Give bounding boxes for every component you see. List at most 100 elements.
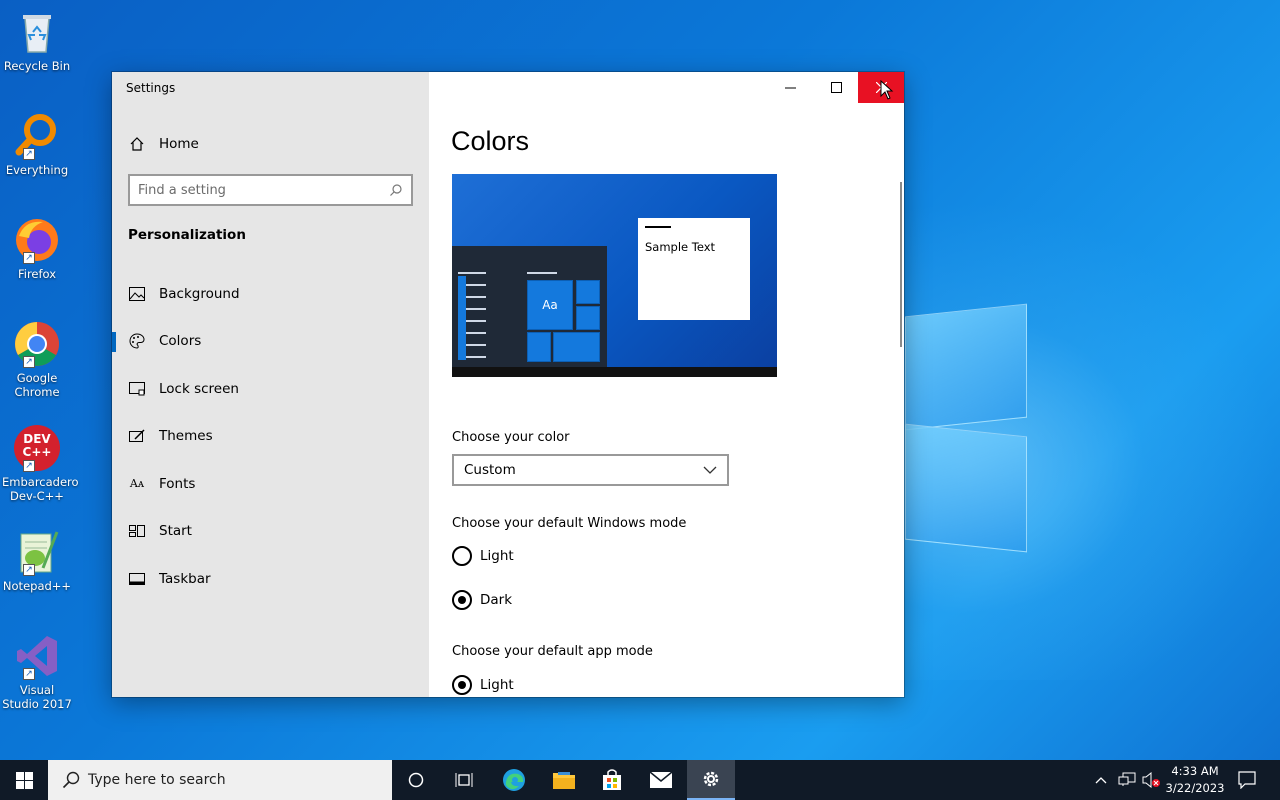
shortcut-arrow-icon: ↗ [23, 564, 35, 576]
nav-item-label: Lock screen [159, 380, 239, 397]
cortana-icon [408, 772, 424, 788]
palette-icon [129, 333, 145, 349]
desktop-icon-label: Visual Studio 2017 [2, 683, 72, 711]
scrollbar[interactable] [900, 182, 902, 347]
desktop-icon-label: Google Chrome [14, 371, 60, 399]
windows-mode-light-radio[interactable]: Light [452, 546, 514, 566]
preview-start-menu: Aa [452, 246, 607, 377]
maximize-button[interactable] [813, 72, 859, 103]
network-icon [1118, 772, 1136, 786]
start-tiles-icon [129, 523, 145, 539]
windows-logo-pane [905, 423, 1027, 553]
notepadpp-icon: ↗ [13, 528, 61, 576]
page-title: Colors [451, 126, 530, 156]
preview-sample-card: Sample Text [638, 218, 750, 320]
search-input[interactable]: Find a setting [128, 174, 413, 206]
taskbar-settings[interactable] [687, 760, 735, 800]
cortana-button[interactable] [392, 760, 440, 800]
nav-item-colors[interactable]: Colors [112, 318, 429, 366]
preview-tile: Aa [527, 280, 573, 330]
desktop-icon-visual-studio[interactable]: ↗ Visual Studio 2017 [2, 632, 72, 711]
home-icon [130, 137, 144, 151]
choose-color-label: Choose your color [452, 430, 570, 445]
nav-item-label: Background [159, 285, 240, 302]
nav-home[interactable]: Home [129, 134, 199, 154]
taskbar-search-box[interactable]: Type here to search [48, 760, 392, 800]
desktop-icon-notepadpp[interactable]: ↗ Notepad++ [2, 528, 72, 593]
folder-icon [553, 772, 575, 789]
minimize-button[interactable] [767, 72, 813, 103]
windows-logo-pane [905, 303, 1027, 431]
taskbar-mail[interactable] [637, 760, 685, 800]
nav-item-fonts[interactable]: Aᴀ Fonts [112, 460, 429, 508]
desktop-icon-chrome[interactable]: ↗ Google Chrome [2, 320, 72, 399]
nav-item-label: Fonts [159, 475, 196, 492]
mouse-cursor-icon [880, 80, 894, 100]
search-icon [62, 771, 80, 789]
gear-icon [703, 771, 719, 787]
nav-item-label: Start [159, 523, 192, 540]
nav-item-themes[interactable]: Themes [112, 413, 429, 461]
preview-sample-text: Sample Text [645, 240, 716, 254]
preview-taskbar [452, 367, 777, 377]
network-button[interactable] [1118, 760, 1136, 800]
nav-item-taskbar[interactable]: Taskbar [112, 555, 429, 603]
store-icon [603, 769, 621, 790]
show-hidden-icons-button[interactable] [1094, 760, 1108, 800]
windows-mode-dark-radio[interactable]: Dark [452, 590, 512, 610]
shortcut-arrow-icon: ↗ [23, 668, 35, 680]
search-icon [390, 184, 402, 196]
nav-item-lock-screen[interactable]: Lock screen [112, 365, 429, 413]
edge-icon [503, 769, 525, 791]
taskbar-edge[interactable] [490, 760, 538, 800]
shortcut-arrow-icon: ↗ [23, 252, 35, 264]
desktop-icon-firefox[interactable]: ↗ Firefox [2, 216, 72, 281]
taskbar-icon [129, 571, 145, 587]
clock-date: 3/22/2023 [1165, 781, 1225, 795]
desktop-icon-label: Recycle Bin [3, 59, 71, 73]
nav-item-label: Themes [159, 428, 213, 445]
windows-mode-label: Choose your default Windows mode [452, 516, 687, 531]
radio-label: Light [480, 548, 514, 564]
chrome-icon: ↗ [13, 320, 61, 368]
app-mode-light-radio[interactable]: Light [452, 675, 514, 695]
taskbar: Type here to search 4:33 AM 3/22/2023 [0, 760, 1280, 800]
nav-home-label: Home [159, 136, 199, 152]
task-view-button[interactable] [440, 760, 488, 800]
nav-item-background[interactable]: Background [112, 270, 429, 318]
taskbar-file-explorer[interactable] [540, 760, 588, 800]
action-center-button[interactable] [1238, 760, 1256, 800]
search-placeholder: Find a setting [138, 182, 226, 198]
window-title: Settings [126, 81, 176, 95]
desktop-icon-label: Notepad++ [2, 579, 72, 593]
nav-list: Background Colors Lock screen Themes Aᴀ … [112, 270, 429, 603]
nav-item-start[interactable]: Start [112, 508, 429, 556]
maximize-icon [830, 82, 842, 93]
radio-label: Dark [480, 592, 513, 608]
choose-color-dropdown[interactable]: Custom [452, 454, 729, 486]
taskbar-clock[interactable]: 4:33 AM 3/22/2023 [1160, 763, 1230, 797]
visual-studio-icon: ↗ [13, 632, 61, 680]
desktop-icon-everything[interactable]: ↗ Everything [2, 112, 72, 177]
shortcut-arrow-icon: ↗ [23, 148, 35, 160]
mail-icon [649, 771, 673, 788]
task-view-icon [455, 773, 473, 787]
recycle-bin-icon [13, 8, 61, 56]
taskbar-store[interactable] [588, 760, 636, 800]
everything-icon: ↗ [13, 112, 61, 160]
preview-tile-text: Aa [542, 298, 558, 312]
radio-circle [452, 546, 472, 566]
picture-icon [129, 286, 145, 302]
volume-button[interactable] [1142, 760, 1162, 800]
windows-logo-icon [15, 771, 33, 789]
radio-circle-selected [452, 590, 472, 610]
lock-screen-icon [129, 381, 145, 397]
desktop-icon-label: Embarcadero Dev-C++ [2, 475, 79, 503]
taskbar-search-placeholder: Type here to search [88, 772, 226, 788]
desktop-icon-recycle-bin[interactable]: Recycle Bin [2, 8, 72, 73]
start-button[interactable] [0, 760, 48, 800]
settings-window[interactable]: Settings Home Find a setting Personaliza… [112, 72, 904, 697]
desktop-icon-devcpp[interactable]: DEV C++ ↗ Embarcadero Dev-C++ [2, 424, 79, 503]
desktop-icon-label: Firefox [17, 267, 57, 281]
choose-color-value: Custom [464, 462, 516, 478]
